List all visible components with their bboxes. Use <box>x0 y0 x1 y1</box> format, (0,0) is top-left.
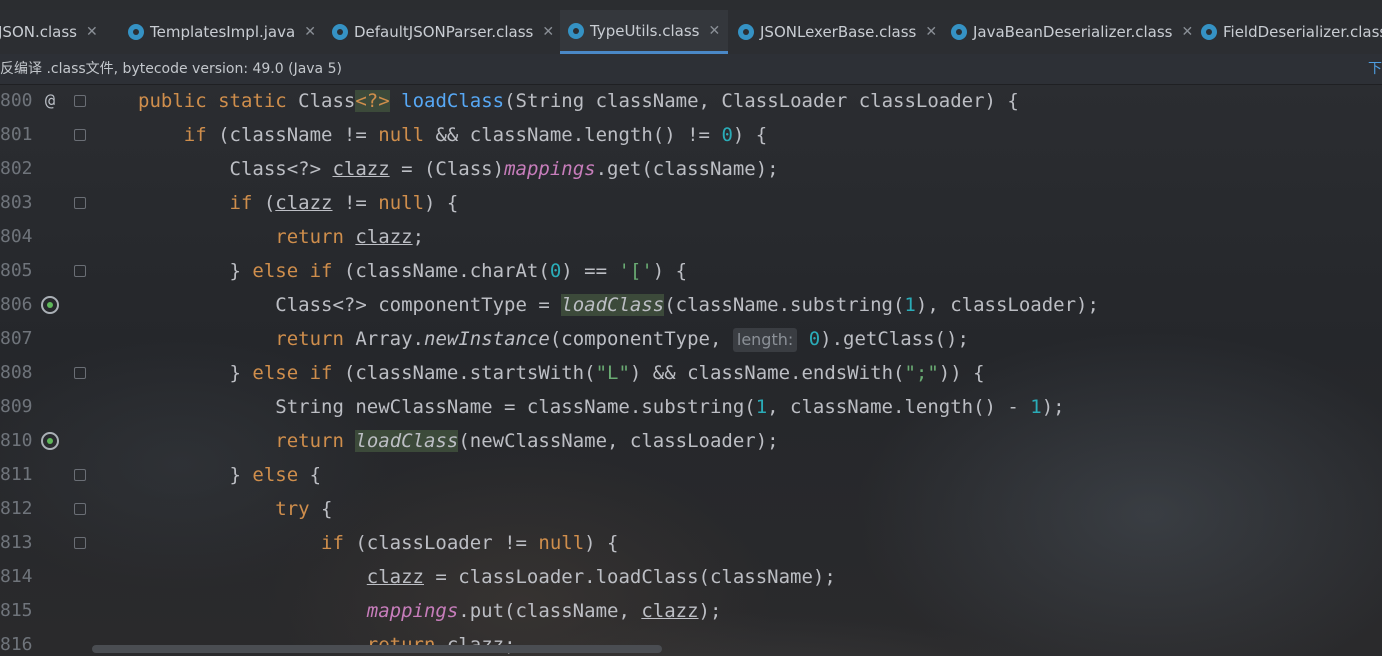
code-line: 813 if (classLoader != null) { <box>0 526 1382 560</box>
parameter-hint: length: <box>732 328 798 352</box>
tab-templatesimpl-java[interactable]: TemplatesImpl.java ✕ <box>128 10 316 54</box>
line-number: 811 <box>0 464 33 485</box>
decompiled-notice-bar: 反编译 .class文件, bytecode version: 49.0 (Ja… <box>0 54 1382 85</box>
line-number: 804 <box>0 226 33 247</box>
code-line: 800 @ public static Class<?> loadClass(S… <box>0 84 1382 118</box>
fold-marker-icon[interactable] <box>74 367 86 379</box>
code-line: 815 mappings.put(className, clazz); <box>0 594 1382 628</box>
code-text: try { <box>275 498 333 520</box>
line-number: 802 <box>0 158 33 179</box>
line-number: 803 <box>0 192 33 213</box>
class-file-icon <box>1201 24 1217 40</box>
fold-marker-icon[interactable] <box>74 503 86 515</box>
recursive-call-icon[interactable] <box>41 296 59 314</box>
horizontal-scrollbar[interactable] <box>92 645 662 653</box>
line-number: 815 <box>0 600 33 621</box>
line-number: 812 <box>0 498 33 519</box>
code-line: 812 try { <box>0 492 1382 526</box>
override-at-icon[interactable]: @ <box>40 91 60 111</box>
code-text: Class<?> componentType = loadClass(class… <box>138 294 1099 316</box>
tab-defaultjsonparser-class[interactable]: DefaultJSONParser.class ✕ <box>332 10 554 54</box>
line-number: 809 <box>0 396 33 417</box>
code-text: if (clazz != null) { <box>229 192 459 214</box>
line-number: 805 <box>0 260 33 281</box>
code-text: public static Class<?> loadClass(String … <box>138 90 1019 112</box>
code-text: } else if (className.startsWith("L") && … <box>138 362 985 384</box>
code-line: 801 if (className != null && className.l… <box>0 118 1382 152</box>
close-icon[interactable]: ✕ <box>925 24 937 40</box>
code-text: Class<?> clazz = (Class)mappings.get(cla… <box>138 158 779 180</box>
tab-label: JSONLexerBase.class <box>760 23 917 41</box>
code-text: String newClassName = className.substrin… <box>138 396 1065 418</box>
code-line: 804 return clazz; <box>0 220 1382 254</box>
download-sources-link[interactable]: 下 <box>1368 54 1382 84</box>
line-number: 801 <box>0 124 33 145</box>
class-file-icon <box>332 24 348 40</box>
code-line: 807 return Array.newInstance(componentTy… <box>0 322 1382 356</box>
close-icon[interactable]: ✕ <box>1181 24 1193 40</box>
tab-typeutils-class[interactable]: TypeUtils.class ✕ <box>560 10 729 54</box>
fold-marker-icon[interactable] <box>74 265 86 277</box>
editor-tab-bar: JSON.class ✕ TemplatesImpl.java ✕ Defaul… <box>0 10 1382 55</box>
tab-jsonlexerbase-class[interactable]: JSONLexerBase.class ✕ <box>738 10 937 54</box>
code-text: } else { <box>138 464 322 486</box>
code-line: 809 String newClassName = className.subs… <box>0 390 1382 424</box>
tab-label: DefaultJSONParser.class <box>354 23 534 41</box>
fold-marker-icon[interactable] <box>74 129 86 141</box>
tab-label: JavaBeanDeserializer.class <box>973 23 1173 41</box>
code-line: 810 return loadClass(newClassName, class… <box>0 424 1382 458</box>
code-line: 806 Class<?> componentType = loadClass(c… <box>0 288 1382 322</box>
code-line: 808 } else if (className.startsWith("L")… <box>0 356 1382 390</box>
close-icon[interactable]: ✕ <box>542 24 554 40</box>
line-number: 813 <box>0 532 33 553</box>
decompiled-notice-text: 反编译 .class文件, bytecode version: 49.0 (Ja… <box>0 61 342 77</box>
tab-json-class[interactable]: JSON.class ✕ <box>0 10 98 54</box>
code-text: clazz = classLoader.loadClass(className)… <box>366 566 836 588</box>
code-line: 811 } else { <box>0 458 1382 492</box>
tab-label: TemplatesImpl.java <box>150 23 296 41</box>
code-text: } else if (className.charAt(0) == '[') { <box>138 260 688 282</box>
line-number: 800 <box>0 90 33 111</box>
fold-marker-icon[interactable] <box>74 537 86 549</box>
line-number: 807 <box>0 328 33 349</box>
code-text: return clazz; <box>275 226 425 248</box>
code-line: 814 clazz = classLoader.loadClass(classN… <box>0 560 1382 594</box>
fold-marker-icon[interactable] <box>74 95 86 107</box>
code-editor[interactable]: 800 @ public static Class<?> loadClass(S… <box>0 84 1382 656</box>
code-text: if (className != null && className.lengt… <box>183 124 768 146</box>
line-number: 810 <box>0 430 33 451</box>
tab-fielddeserializer-class[interactable]: FieldDeserializer.class <box>1201 10 1382 54</box>
tab-label: FieldDeserializer.class <box>1223 23 1382 41</box>
recursive-call-icon[interactable] <box>41 432 59 450</box>
class-file-icon <box>568 22 584 39</box>
line-number: 814 <box>0 566 33 587</box>
code-line: 805 } else if (className.charAt(0) == '[… <box>0 254 1382 288</box>
tab-javabeandeserializer-class[interactable]: JavaBeanDeserializer.class ✕ <box>951 10 1193 54</box>
close-icon[interactable]: ✕ <box>86 24 98 40</box>
code-text: return loadClass(newClassName, classLoad… <box>275 430 779 452</box>
close-icon[interactable]: ✕ <box>304 24 316 40</box>
code-text: mappings.put(className, clazz); <box>366 600 722 622</box>
line-number: 816 <box>0 634 33 655</box>
close-icon[interactable]: ✕ <box>708 23 720 39</box>
line-number: 806 <box>0 294 33 315</box>
line-number: 808 <box>0 362 33 383</box>
tab-label: JSON.class <box>0 23 77 41</box>
fold-marker-icon[interactable] <box>74 469 86 481</box>
fold-marker-icon[interactable] <box>74 197 86 209</box>
code-line: 802 Class<?> clazz = (Class)mappings.get… <box>0 152 1382 186</box>
tab-label: TypeUtils.class <box>590 21 700 40</box>
class-file-icon <box>128 24 144 40</box>
code-line: 803 if (clazz != null) { <box>0 186 1382 220</box>
breadcrumb-strip <box>0 0 1382 10</box>
class-file-icon <box>738 24 754 40</box>
code-text: return Array.newInstance(componentType, … <box>275 328 969 352</box>
class-file-icon <box>951 24 967 40</box>
code-text: if (classLoader != null) { <box>321 532 619 554</box>
